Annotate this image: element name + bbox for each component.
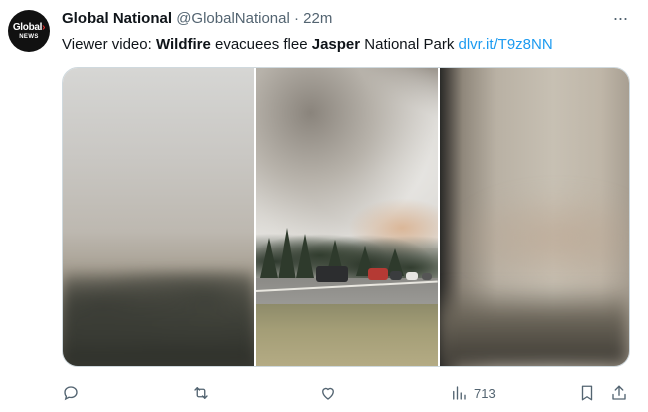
tweet-text-bold: Wildfire [155,36,211,53]
car [406,272,418,280]
handle[interactable]: @GlobalNational [176,10,290,27]
bookmark-button[interactable] [578,380,596,406]
video-media[interactable] [62,67,630,367]
views-button[interactable]: 713 [450,380,496,406]
more-options-button[interactable]: ··· [610,8,630,28]
video-frame [256,68,438,366]
more-icon: ··· [612,7,629,28]
tweet-text-bold: Jasper [311,36,361,53]
display-name[interactable]: Global National [62,10,172,27]
car [368,268,388,280]
tree [278,228,296,280]
share-button[interactable] [610,380,628,406]
like-button[interactable] [319,380,337,406]
tweet-text-part: National Park [360,36,459,53]
grass [256,304,438,366]
like-icon [319,384,337,402]
views-count: 713 [474,385,496,401]
timestamp[interactable]: 22m [303,10,332,27]
tweet-text-part: Viewer video: [62,36,156,53]
share-icon [610,384,628,402]
car [316,266,348,282]
bookmark-icon [578,384,596,402]
blurred-ground [440,286,629,366]
blurred-trees [63,271,254,366]
tree [296,234,314,278]
tree [260,238,278,278]
car [390,271,402,280]
avatar-logo-subtext: NEWS [19,33,39,40]
action-bar: 713 [62,380,630,406]
tweet[interactable]: Global› NEWS Global National @GlobalNati… [0,0,648,412]
reply-button[interactable] [62,380,80,406]
avatar[interactable]: Global› NEWS [8,10,50,52]
reply-icon [62,384,80,402]
tweet-text: Viewer video: Wildfire evacuees flee Jas… [62,36,553,53]
car [422,273,432,280]
tweet-text-part: evacuees flee [210,36,312,53]
tweet-link[interactable]: dlvr.it/T9z8NN [459,36,553,53]
video-blur-right [440,68,629,366]
retweet-icon [192,384,210,402]
video-blur-left [63,68,254,366]
views-icon [450,384,468,402]
retweet-button[interactable] [192,380,210,406]
tweet-header: Global National @GlobalNational · 22m [62,10,332,27]
separator: · [293,10,299,27]
avatar-logo-text: Global› [12,21,46,33]
blurred-haze [450,188,629,288]
